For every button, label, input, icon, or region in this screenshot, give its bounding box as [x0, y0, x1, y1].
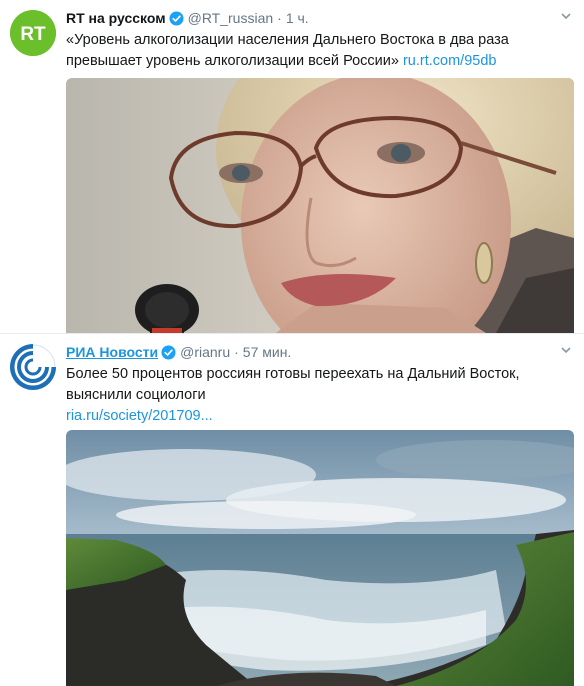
tweet-text-body: Более 50 процентов россиян готовы переех… — [66, 366, 520, 403]
tweet-ria[interactable]: РИА Новости @rianru · 57 мин. Более 50 п… — [0, 333, 584, 686]
tweet-content: RT на русском @RT_russian · 1 ч. «Уровен… — [66, 8, 574, 72]
tweet-link[interactable]: ru.rt.com/95db — [403, 53, 497, 69]
tweet-media-photo[interactable] — [66, 430, 574, 686]
author-handle[interactable]: @rianru — [180, 342, 230, 362]
separator: · — [234, 344, 239, 360]
tweet-content: РИА Новости @rianru · 57 мин. Более 50 п… — [66, 342, 574, 427]
separator: · — [277, 10, 282, 26]
author-handle[interactable]: @RT_russian — [188, 8, 274, 28]
tweet-time[interactable]: 1 ч. — [286, 8, 309, 28]
tweet-link[interactable]: ria.ru/society/201709... — [66, 406, 568, 427]
author-name[interactable]: РИА Новости — [66, 342, 158, 362]
verified-badge-icon — [169, 10, 184, 26]
photo-woman-glasses-microphone — [66, 78, 574, 333]
rt-avatar[interactable]: RT — [10, 10, 56, 56]
tweet-media-photo[interactable] — [66, 78, 574, 333]
ria-logo-icon — [10, 344, 56, 390]
tweet-text: Более 50 процентов россиян готовы переех… — [66, 364, 568, 427]
svg-text:RT: RT — [20, 24, 46, 45]
rt-logo-icon: RT — [10, 10, 56, 56]
tweet-text: «Уровень алкоголизации населения Дальнег… — [66, 30, 568, 72]
author-name[interactable]: RT на русском — [66, 8, 166, 28]
chevron-down-icon[interactable] — [560, 10, 572, 22]
chevron-down-icon[interactable] — [560, 344, 572, 356]
tweet-rt[interactable]: RT RT на русском @RT_russian · 1 ч. «Уро… — [0, 0, 584, 333]
verified-badge-icon — [161, 344, 176, 360]
tweet-header: RT на русском @RT_russian · 1 ч. — [66, 8, 574, 28]
tweet-header: РИА Новости @rianru · 57 мин. — [66, 342, 574, 362]
tweet-time[interactable]: 57 мин. — [243, 342, 292, 362]
ria-avatar[interactable] — [10, 344, 56, 390]
photo-sea-bay-coast — [66, 430, 574, 686]
